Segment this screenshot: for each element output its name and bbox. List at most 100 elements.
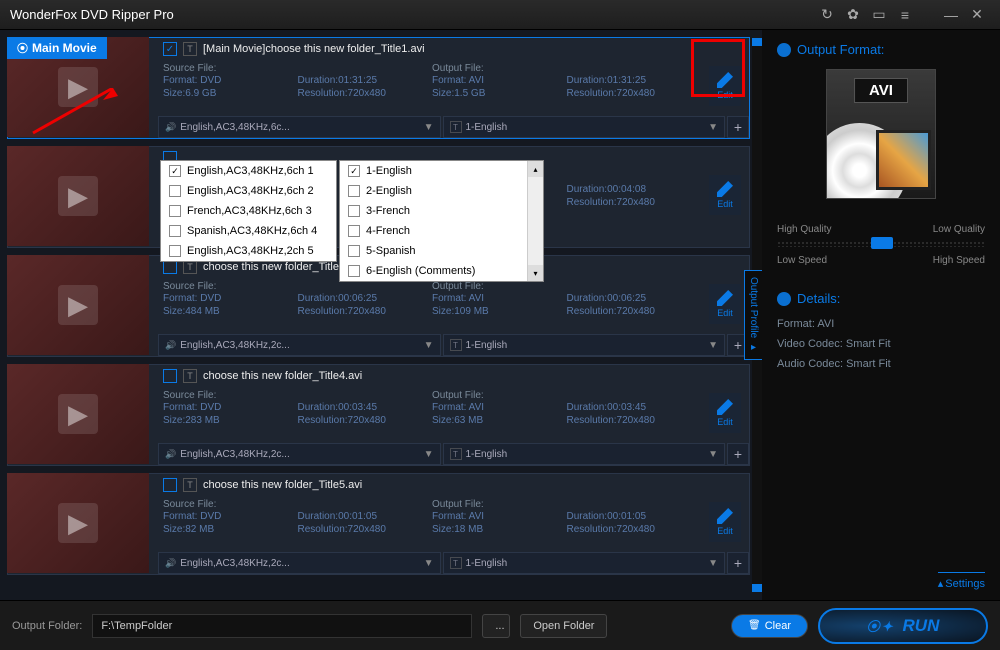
menu-item[interactable]: English,AC3,48KHz,2ch 5 (161, 241, 336, 261)
menu-item[interactable]: French,AC3,48KHz,6ch 3 (161, 201, 336, 221)
checkbox-icon[interactable] (169, 225, 181, 237)
menu-item[interactable]: Spanish,AC3,48KHz,6ch 4 (161, 221, 336, 241)
thumbnail[interactable] (7, 364, 149, 464)
menu-item[interactable]: 5-Spanish (340, 241, 527, 261)
menu-scrollbar[interactable]: ▴ ▾ (527, 161, 543, 281)
checkbox-icon[interactable]: ✓ (348, 165, 360, 177)
resolution: Resolution:720x480 (298, 305, 433, 318)
open-folder-button[interactable]: Open Folder (520, 614, 607, 638)
edit-button[interactable]: Edit (709, 393, 741, 433)
high-quality-label: High Quality (777, 224, 831, 235)
edit-button[interactable]: Edit (709, 502, 741, 542)
checkbox-icon[interactable] (348, 225, 360, 237)
title-list: ✓ T [Main Movie]choose this new folder_T… (0, 30, 762, 600)
browse-button[interactable]: ... (482, 614, 510, 638)
slider-thumb[interactable] (871, 237, 893, 249)
scroll-thumb[interactable] (752, 38, 762, 46)
quality-slider[interactable] (777, 241, 985, 247)
detail-vcodec: Video Codec: Smart Fit (777, 338, 985, 350)
output-format-heading: Output Format: (777, 42, 985, 57)
edit-button[interactable]: Edit (709, 175, 741, 215)
audio-dropdown[interactable]: English,AC3,48KHz,6c...▼ (158, 116, 441, 138)
menu-item[interactable]: 6-English (Comments) (340, 261, 527, 281)
output-profile-tab[interactable]: Output Profile (744, 270, 762, 360)
run-button[interactable]: RUN (818, 608, 988, 644)
source-label: Source File: (163, 281, 298, 292)
add-subtitle-button[interactable]: + (727, 552, 749, 574)
thumbnail[interactable] (7, 473, 149, 573)
scroll-thumb[interactable] (752, 584, 762, 592)
refresh-icon[interactable]: ↻ (814, 5, 840, 25)
scroll-up-icon[interactable]: ▴ (528, 161, 543, 177)
subtitle-menu[interactable]: ▴ ▾ ✓1-English 2-English 3-French 4-French 5… (339, 160, 544, 282)
output-folder-input[interactable] (92, 614, 472, 638)
output-size: Size:63 MB (432, 414, 567, 427)
subtitle-dropdown[interactable]: 1-English▼ (443, 443, 726, 465)
subtitle-dropdown[interactable]: 1-English▼ (443, 552, 726, 574)
subtitle-dropdown[interactable]: 1-English▼ (443, 116, 726, 138)
title-item[interactable]: Tchoose this new folder_Title5.avi Sourc… (7, 473, 750, 575)
menu-item[interactable]: 4-French (340, 221, 527, 241)
subtitle-icon[interactable]: ▭ (866, 5, 892, 25)
checkbox-icon[interactable] (348, 185, 360, 197)
add-subtitle-button[interactable]: + (727, 116, 749, 138)
menu-item-label: 2-English (366, 185, 412, 197)
thumbnail[interactable] (7, 255, 149, 355)
subtitle-dropdown[interactable]: 1-English▼ (443, 334, 726, 356)
format-preview[interactable]: AVI (826, 69, 936, 199)
menu-icon[interactable]: ≡ (892, 5, 918, 25)
checkbox[interactable] (163, 260, 177, 274)
edit-button[interactable]: Edit (709, 284, 741, 324)
close-icon[interactable]: ✕ (964, 5, 990, 25)
output-size: Size:18 MB (432, 523, 567, 536)
checkbox-icon[interactable] (348, 245, 360, 257)
menu-item[interactable]: English,AC3,48KHz,6ch 2 (161, 181, 336, 201)
duration: Duration:00:01:05 (298, 510, 433, 523)
checkbox-icon[interactable]: ✓ (169, 165, 181, 177)
menu-item[interactable]: 2-English (340, 181, 527, 201)
audio-menu[interactable]: ✓English,AC3,48KHz,6ch 1English,AC3,48KH… (160, 160, 337, 262)
checkbox-icon[interactable] (348, 205, 360, 217)
settings-link[interactable]: Settings (938, 572, 985, 590)
menu-item-label: English,AC3,48KHz,2ch 5 (187, 245, 314, 257)
audio-dropdown[interactable]: English,AC3,48KHz,2c...▼ (158, 443, 441, 465)
checkbox-icon[interactable] (169, 205, 181, 217)
title-name: choose this new folder_Title5.avi (203, 479, 362, 491)
rename-icon[interactable]: T (183, 369, 197, 383)
audio-dropdown[interactable]: English,AC3,48KHz,2c...▼ (158, 334, 441, 356)
menu-item[interactable]: 3-French (340, 201, 527, 221)
menu-item-label: 4-French (366, 225, 410, 237)
resolution: Resolution:720x480 (298, 414, 433, 427)
minimize-icon[interactable]: — (938, 5, 964, 25)
thumbnail[interactable] (7, 146, 149, 246)
menu-item[interactable]: ✓English,AC3,48KHz,6ch 1 (161, 161, 336, 181)
output-format: Format: AVI (432, 74, 567, 87)
add-subtitle-button[interactable]: + (727, 443, 749, 465)
checkbox[interactable] (163, 369, 177, 383)
checkbox[interactable] (163, 478, 177, 492)
source-format: Format: DVD (163, 401, 298, 414)
format-label: AVI (854, 78, 908, 103)
title-name: [Main Movie]choose this new folder_Title… (203, 43, 425, 55)
rename-icon[interactable]: T (183, 260, 197, 274)
edit-button[interactable]: Edit (709, 66, 741, 106)
source-format: Format: DVD (163, 74, 298, 87)
checkbox-icon[interactable] (169, 185, 181, 197)
out-duration: Duration:01:31:25 (567, 74, 702, 87)
checkbox[interactable]: ✓ (163, 42, 177, 56)
scroll-down-icon[interactable]: ▾ (528, 265, 543, 281)
rename-icon[interactable]: T (183, 42, 197, 56)
source-size: Size:82 MB (163, 523, 298, 536)
out-resolution: Resolution:720x480 (567, 305, 702, 318)
title-item[interactable]: Tchoose this new folder_Title4.avi Sourc… (7, 364, 750, 466)
clear-button[interactable]: Clear (731, 614, 808, 638)
menu-item[interactable]: ✓1-English (340, 161, 527, 181)
out-duration: Duration:00:03:45 (567, 401, 702, 414)
output-size: Size:1.5 GB (432, 87, 567, 100)
settings-icon[interactable]: ✿ (840, 5, 866, 25)
title-item[interactable]: ✓ T [Main Movie]choose this new folder_T… (7, 37, 750, 139)
rename-icon[interactable]: T (183, 478, 197, 492)
audio-dropdown[interactable]: English,AC3,48KHz,2c...▼ (158, 552, 441, 574)
checkbox-icon[interactable] (169, 245, 181, 257)
checkbox-icon[interactable] (348, 265, 360, 277)
